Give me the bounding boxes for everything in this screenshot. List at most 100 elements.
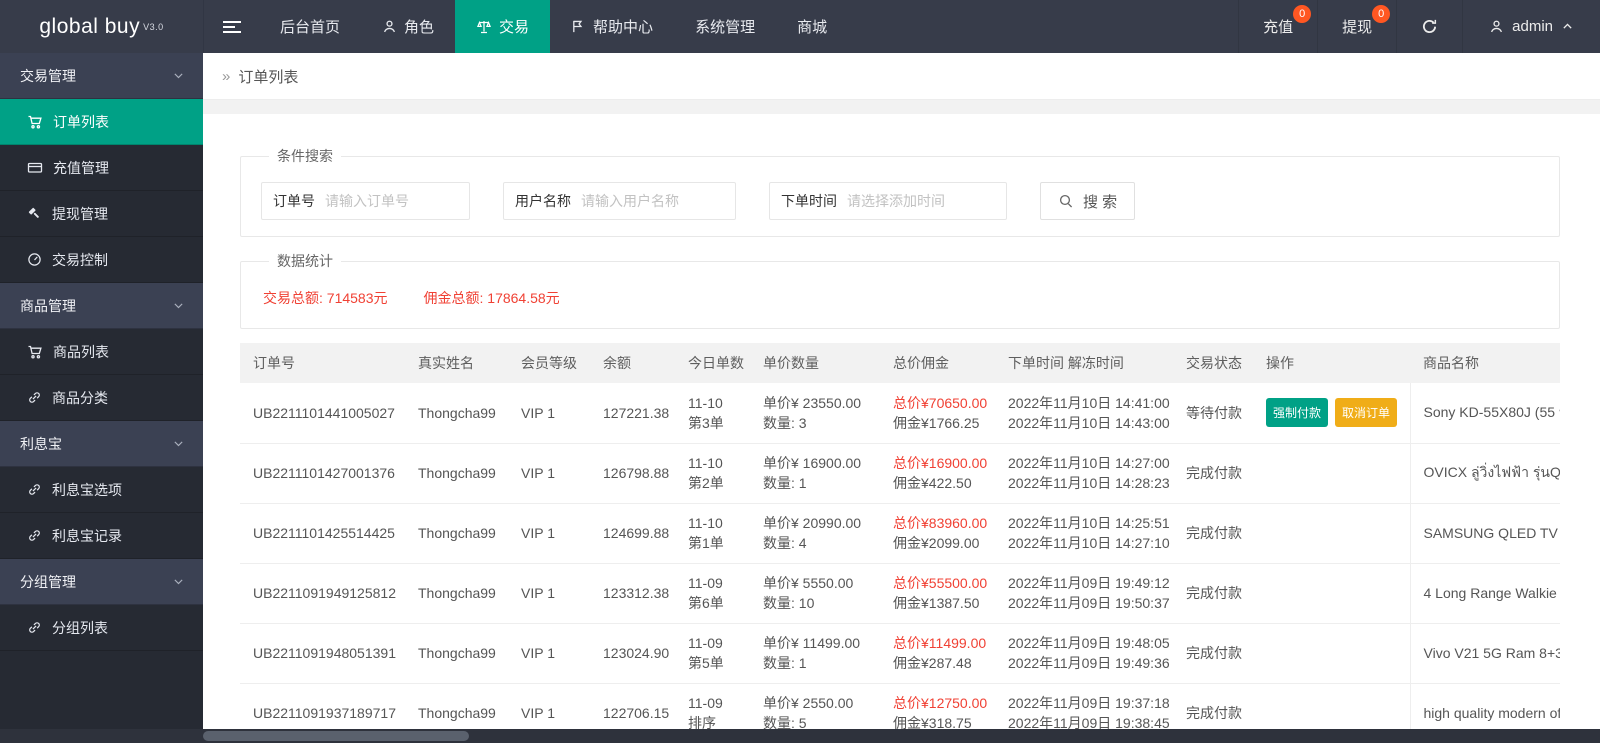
sidebar-group-product-management[interactable]: 商品管理: [0, 283, 203, 329]
gavel-icon: [27, 206, 42, 221]
brand-name: global buy: [39, 14, 141, 38]
price-qty: 单价¥ 20990.00 数量: 4: [750, 503, 880, 564]
nav-label: 系统管理: [695, 19, 756, 36]
sidebar-item-recharge-management[interactable]: 充值管理: [0, 145, 203, 191]
stats-fieldset: 数据统计 交易总额: 714583元 佣金总额: 17864.58元: [240, 251, 1560, 329]
balance: 127221.38: [590, 383, 675, 444]
order-no-label: 订单号: [273, 193, 315, 209]
product-name: OVICX ลู่วิ่งไฟฟ้า รุ่นQ2S T: [1409, 443, 1560, 504]
order-time-input[interactable]: [841, 193, 1006, 209]
sidebar-item-product-category[interactable]: 商品分类: [0, 375, 203, 421]
sidebar-toggle-button[interactable]: [203, 0, 259, 53]
nav-item-dashboard[interactable]: 后台首页: [259, 0, 361, 53]
order-no: UB2211101427001376: [240, 443, 405, 504]
refresh-icon: [1421, 18, 1438, 35]
today-orders: 11-10 第2单: [675, 443, 750, 504]
force-pay-button[interactable]: 强制付款: [1266, 398, 1329, 428]
search-button[interactable]: 搜 索: [1040, 182, 1136, 220]
sidebar-item-label: 交易控制: [52, 251, 108, 268]
row-actions: [1253, 623, 1410, 684]
nav-item-help-center[interactable]: 帮助中心: [550, 0, 674, 53]
sidebar-item-interest-records[interactable]: 利息宝记录: [0, 513, 203, 559]
user-menu[interactable]: admin: [1462, 0, 1600, 53]
orders-table: 订单号 真实姓名 会员等级 余额 今日单数 单价数量 总价佣金 下单时间 解冻时…: [240, 343, 1560, 743]
row-actions: 强制付款 取消订单: [1253, 383, 1410, 444]
nav-item-trade[interactable]: 交易: [455, 0, 551, 53]
sidebar-group-interest-treasure[interactable]: 利息宝: [0, 421, 203, 467]
search-icon: [1058, 193, 1074, 209]
vip-level: VIP 1: [508, 563, 590, 624]
price-qty: 单价¥ 5550.00 数量: 10: [750, 563, 880, 624]
status-badge: 完成付款: [1173, 623, 1253, 684]
cart-icon: [27, 344, 43, 360]
sidebar: 交易管理 订单列表 充值管理 提现管理 交易控制 商品管理 商品列表 商品分类 …: [0, 53, 203, 743]
sidebar-item-interest-options[interactable]: 利息宝选项: [0, 467, 203, 513]
price-qty: 单价¥ 23550.00 数量: 3: [750, 383, 880, 444]
order-times: 2022年11月10日 14:27:00 2022年11月10日 14:28:23: [995, 443, 1173, 504]
nav-label: 后台首页: [280, 19, 341, 36]
cancel-order-button[interactable]: 取消订单: [1335, 398, 1398, 428]
sidebar-group-grouping-management[interactable]: 分组管理: [0, 559, 203, 605]
real-name: Thongcha99: [405, 443, 508, 504]
stats-legend: 数据统计: [277, 253, 333, 269]
order-times: 2022年11月09日 19:49:12 2022年11月09日 19:50:37: [995, 563, 1173, 624]
sidebar-item-withdraw-management[interactable]: 提现管理: [0, 191, 203, 237]
page-title: 订单列表: [238, 68, 299, 86]
col-order-no: 订单号: [240, 343, 405, 383]
col-total-commission: 总价佣金: [880, 343, 995, 383]
vip-level: VIP 1: [508, 383, 590, 444]
status-badge: 完成付款: [1173, 563, 1253, 624]
recharge-link[interactable]: 充值 0: [1238, 0, 1317, 53]
table-row: UB2211101441005027 Thongcha99 VIP 1 1272…: [240, 383, 1560, 444]
order-time-label: 下单时间: [781, 193, 837, 209]
real-name: Thongcha99: [405, 503, 508, 564]
total-amount-stat: 交易总额: 714583元: [263, 290, 388, 306]
vip-level: VIP 1: [508, 443, 590, 504]
refresh-button[interactable]: [1396, 0, 1462, 53]
total-commission: 总价¥16900.00 佣金¥422.50: [880, 443, 995, 504]
table-row: UB2211091948051391 Thongcha99 VIP 1 1230…: [240, 623, 1560, 684]
sidebar-item-product-list[interactable]: 商品列表: [0, 329, 203, 375]
user-name-label: 用户名称: [515, 193, 571, 209]
row-actions: [1253, 443, 1410, 504]
order-times: 2022年11月10日 14:25:51 2022年11月10日 14:27:10: [995, 503, 1173, 564]
nav-item-mall[interactable]: 商城: [776, 0, 848, 53]
balance: 123024.90: [590, 623, 675, 684]
nav-item-roles[interactable]: 角色: [361, 0, 455, 53]
row-actions: [1253, 563, 1410, 624]
brand-version: V3.0: [143, 21, 164, 32]
order-no-input[interactable]: [319, 193, 469, 209]
today-orders: 11-10 第1单: [675, 503, 750, 564]
recharge-badge: 0: [1293, 5, 1312, 23]
brand-logo[interactable]: global buy V3.0: [0, 0, 203, 53]
sidebar-item-label: 充值管理: [53, 159, 109, 176]
product-name: 4 Long Range Walkie Ta: [1409, 563, 1560, 624]
real-name: Thongcha99: [405, 563, 508, 624]
horizontal-scrollbar[interactable]: [0, 729, 1600, 743]
total-commission: 总价¥55500.00 佣金¥1387.50: [880, 563, 995, 624]
product-name: Vivo V21 5G Ram 8+3G: [1409, 623, 1560, 684]
topbar-right: 充值 0 提现 0 admin: [1238, 0, 1600, 53]
sidebar-group-label: 分组管理: [20, 573, 76, 590]
person-icon: [1489, 19, 1504, 34]
table-row: UB2211091949125812 Thongcha99 VIP 1 1233…: [240, 563, 1560, 624]
hamburger-icon: [222, 18, 241, 36]
withdraw-link[interactable]: 提现 0: [1317, 0, 1396, 53]
sidebar-item-trade-control[interactable]: 交易控制: [0, 237, 203, 283]
sidebar-item-order-list[interactable]: 订单列表: [0, 99, 203, 145]
scales-icon: [476, 19, 492, 35]
product-name: Sony KD-55X80J (55 นิ้ว): [1409, 383, 1560, 444]
sidebar-group-label: 利息宝: [20, 435, 62, 452]
sidebar-item-group-list[interactable]: 分组列表: [0, 605, 203, 651]
sidebar-group-trade-management[interactable]: 交易管理: [0, 53, 203, 99]
col-times: 下单时间 解冻时间: [995, 343, 1173, 383]
commission-total-stat: 佣金总额: 17864.58元: [423, 290, 560, 306]
order-no: UB2211101425514425: [240, 503, 405, 564]
scrollbar-thumb[interactable]: [203, 731, 469, 741]
col-today-orders: 今日单数: [675, 343, 750, 383]
chevron-down-icon: [172, 575, 185, 588]
link-icon: [27, 620, 42, 635]
content-panel: 条件搜索 订单号 用户名称 下单时间: [203, 114, 1600, 743]
nav-item-system[interactable]: 系统管理: [674, 0, 776, 53]
user-name-input[interactable]: [575, 193, 735, 209]
